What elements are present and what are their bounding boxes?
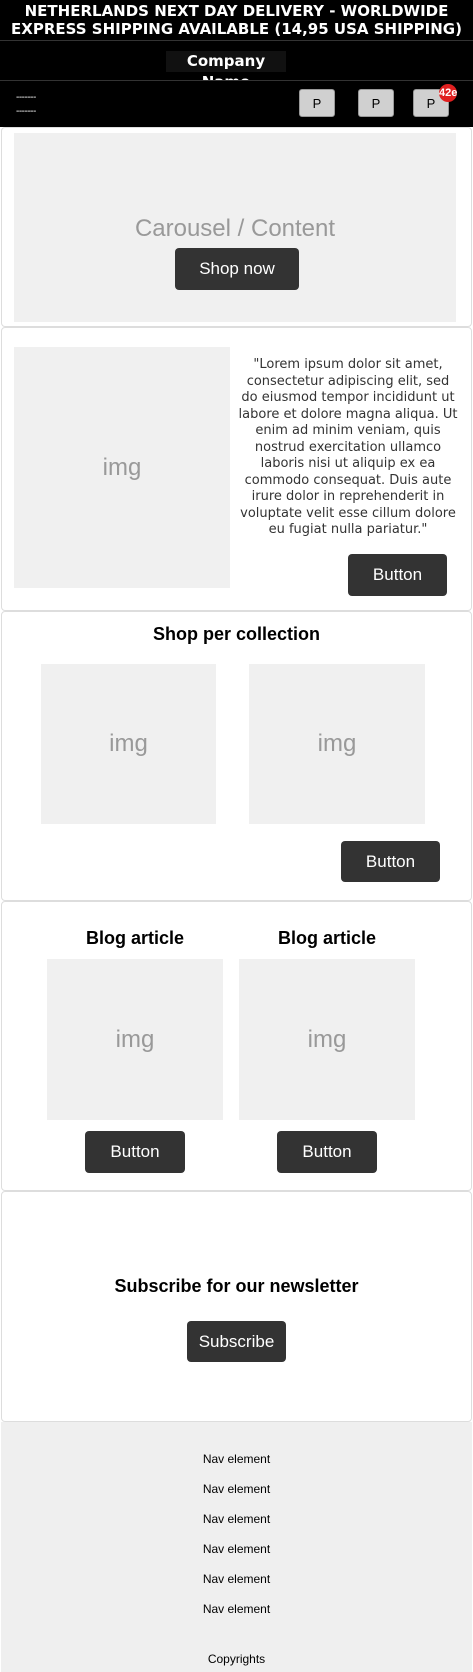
collection-image-1[interactable]: img [41, 664, 216, 824]
copyright-text: Copyrights [207, 1652, 266, 1666]
banner-line-1: NETHERLANDS NEXT DAY DELIVERY - WORLDWID… [24, 2, 449, 20]
collection-image-2[interactable]: img [249, 664, 425, 824]
collection-title: Shop per collection [152, 624, 321, 644]
newsletter-section [1, 1191, 472, 1422]
shop-now-button[interactable]: Shop now [175, 248, 299, 290]
footer-nav-item[interactable]: Nav element [1, 1602, 472, 1616]
blog-article-title-2: Blog article [277, 928, 377, 948]
hero-carousel[interactable]: Carousel / Content [14, 133, 456, 322]
banner-line-2: EXPRESS SHIPPING AVAILABLE (14,95 USA SH… [11, 20, 462, 38]
newsletter-title: Subscribe for our newsletter [114, 1276, 359, 1296]
menu-icon-line-2[interactable]: ------- [16, 107, 36, 117]
nav-bar: ------- ------- P P P 42e [0, 80, 473, 127]
intro-button[interactable]: Button [348, 554, 447, 596]
blog-article-button-1[interactable]: Button [85, 1131, 185, 1173]
subscribe-button[interactable]: Subscribe [187, 1321, 286, 1362]
blog-article-title-1: Blog article [85, 928, 185, 948]
collection-button[interactable]: Button [341, 841, 440, 882]
blog-article-button-2[interactable]: Button [277, 1131, 377, 1173]
shipping-banner: NETHERLANDS NEXT DAY DELIVERY - WORLDWID… [0, 0, 473, 40]
footer-nav-item[interactable]: Nav element [1, 1542, 472, 1556]
footer-nav-item[interactable]: Nav element [1, 1482, 472, 1496]
blog-article-image-1[interactable]: img [47, 959, 223, 1120]
menu-icon-line-1[interactable]: ------- [16, 93, 36, 103]
company-name[interactable]: Company Name [166, 51, 286, 91]
intro-image: img [14, 347, 230, 588]
footer-nav-item[interactable]: Nav element [1, 1512, 472, 1526]
company-bar: Company Name [0, 40, 473, 91]
intro-quote: "Lorem ipsum dolor sit amet, consectetur… [238, 357, 458, 537]
blog-article-image-2[interactable]: img [239, 959, 415, 1120]
header-icon-button-2[interactable]: P [358, 89, 394, 117]
carousel-placeholder-label: Carousel / Content [134, 215, 336, 242]
header-icon-button-1[interactable]: P [299, 89, 335, 117]
footer-nav-item[interactable]: Nav element [1, 1572, 472, 1586]
cart-count-badge: 42e [439, 84, 457, 102]
footer-nav-item[interactable]: Nav element [1, 1452, 472, 1466]
footer: Nav element Nav element Nav element Nav … [1, 1422, 472, 1672]
